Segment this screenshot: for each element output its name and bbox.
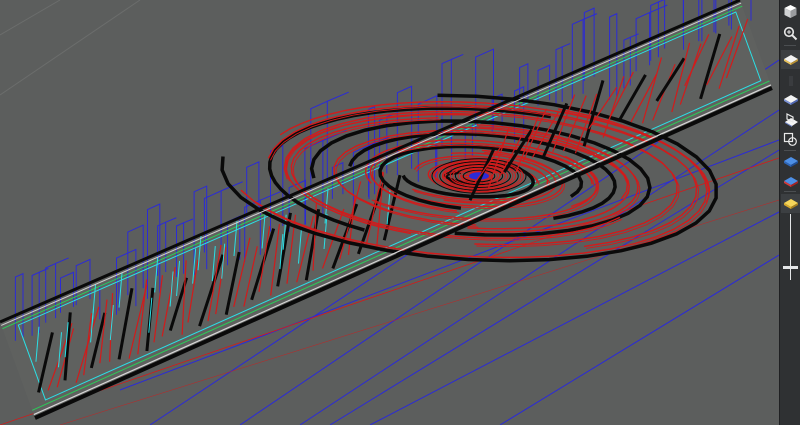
- layer-yellow-icon: [783, 198, 798, 209]
- stock-boundary: [165, 217, 177, 223]
- plane-yellow-button[interactable]: [781, 50, 800, 69]
- toolbar-divider: [784, 150, 796, 151]
- stock-boundary: [38, 267, 49, 273]
- plane-blue-button[interactable]: [781, 90, 800, 109]
- view-cube-icon: [784, 5, 797, 18]
- layer-blue-button[interactable]: [781, 152, 800, 171]
- stock-boundary: [451, 53, 464, 60]
- stock-boundary: [630, 33, 639, 38]
- plane-blue-icon: [783, 94, 798, 105]
- zoom-slider[interactable]: [783, 214, 798, 280]
- floor-contour: [2, 5, 743, 330]
- zoom-slider-handle[interactable]: [783, 266, 798, 269]
- view-cube-button[interactable]: [781, 2, 800, 21]
- layer-yellow-button[interactable]: [781, 194, 800, 213]
- stock-boundary: [55, 257, 69, 264]
- layer-blue-icon: [783, 156, 798, 167]
- stock-boundary: [327, 91, 349, 102]
- view-toolbar: [779, 0, 800, 425]
- background-line: [0, 0, 61, 36]
- stock-boundary: [183, 218, 194, 224]
- layer-red-button[interactable]: [781, 172, 800, 191]
- stock-toggle-icon: [783, 132, 797, 146]
- section-view-icon: [784, 112, 798, 127]
- zoom-button[interactable]: [781, 24, 800, 43]
- zoom-icon: [783, 26, 798, 41]
- toolbar-divider: [784, 45, 796, 46]
- plane-yellow-icon: [783, 54, 798, 65]
- toolbar-divider: [784, 191, 796, 192]
- layer-red-icon: [783, 176, 798, 187]
- stock-boundary: [582, 13, 598, 20]
- construction-line: [499, 254, 779, 425]
- spacer: [781, 71, 800, 90]
- zoom-slider-track: [790, 214, 791, 280]
- stock-toggle-button[interactable]: [781, 130, 800, 149]
- background-line: [0, 0, 141, 96]
- plate-edge-highlight: [1, 2, 742, 326]
- grip-icon: [788, 75, 793, 86]
- toolpath-scene: [0, 0, 779, 425]
- section-view-button[interactable]: [781, 110, 800, 129]
- stock-boundary: [561, 43, 571, 48]
- 3d-wireframe-viewport[interactable]: [0, 0, 779, 425]
- stock-boundary: [658, 0, 665, 3]
